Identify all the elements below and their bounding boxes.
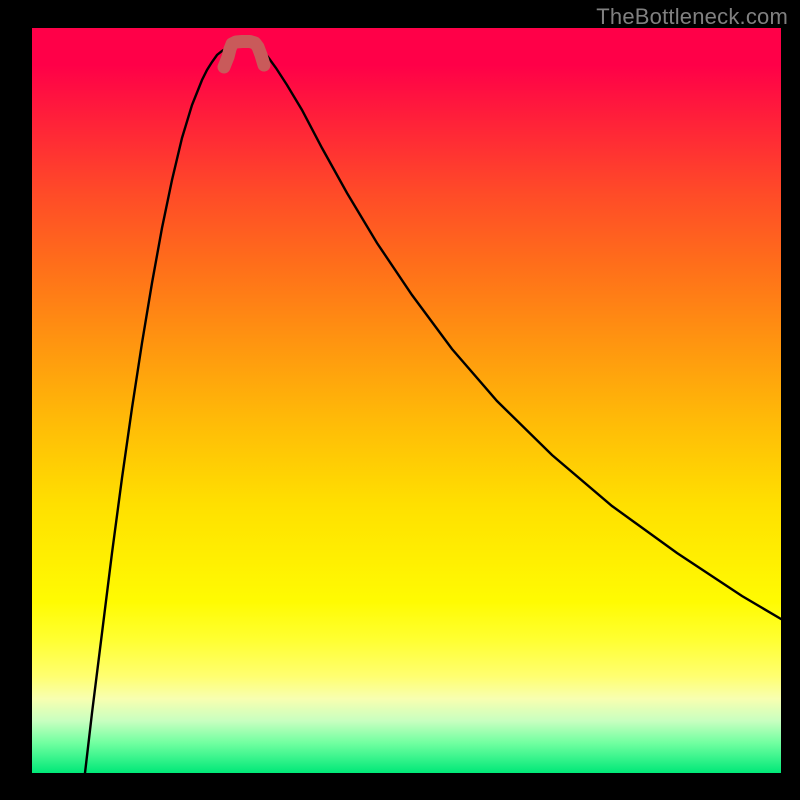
notch-blob: [224, 42, 264, 68]
watermark-text: TheBottleneck.com: [596, 4, 788, 30]
chart-svg: [32, 28, 781, 773]
curve-right: [257, 46, 781, 619]
chart-area: [32, 28, 781, 773]
curve-left: [85, 46, 232, 773]
